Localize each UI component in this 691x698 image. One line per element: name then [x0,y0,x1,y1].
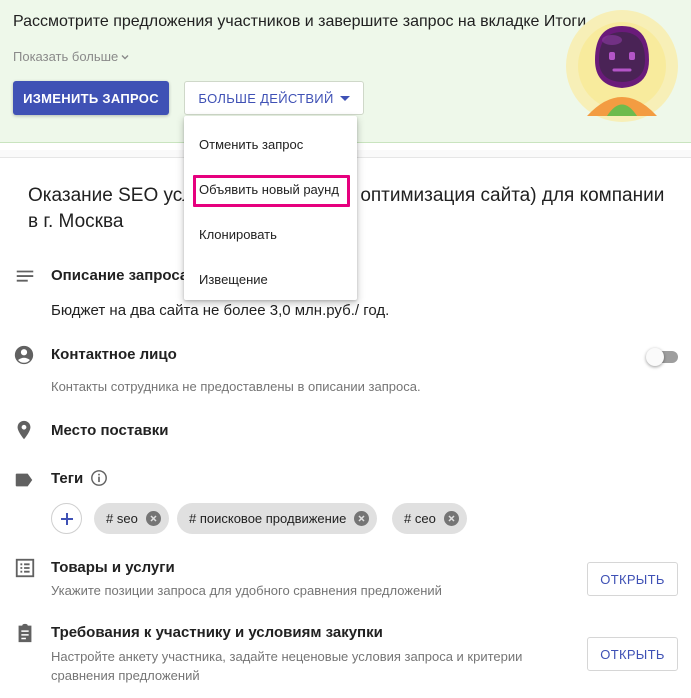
menu-item-notice[interactable]: Извещение [199,272,268,287]
remove-tag-icon[interactable] [145,511,161,526]
menu-item-cancel-request[interactable]: Отменить запрос [199,137,303,152]
more-actions-menu: Отменить запрос Объявить новый раунд Кло… [184,116,357,300]
robot-mascot-icon [566,10,678,122]
tag-chip: # сео [392,503,467,534]
description-title: Описание запроса [51,267,189,284]
clipboard-icon [18,623,32,643]
menu-item-clone[interactable]: Клонировать [199,227,277,242]
more-actions-label: БОЛЬШЕ ДЕЙСТВИЙ [198,90,334,106]
label-tag-icon [15,473,33,487]
list-alt-icon [15,558,35,578]
goods-title: Товары и услуги [51,559,175,576]
contact-subtitle: Контакты сотрудника не предоставлены в о… [51,379,421,394]
banner-message: Рассмотрите предложения участников и зав… [13,13,591,30]
requirements-open-button[interactable]: ОТКРЫТЬ [587,637,678,671]
remove-tag-icon[interactable] [443,511,459,526]
toggle-thumb [646,348,664,366]
requirements-title: Требования к участнику и условиям закупк… [51,624,383,641]
chevron-down-icon [121,54,129,59]
requirements-subtitle: Настройте анкету участника, задайте неце… [51,649,523,683]
show-more-label: Показать больше [13,49,119,64]
tag-chip-label: # поисковое продвижение [189,511,347,526]
add-tag-button[interactable] [51,503,82,534]
delivery-title: Место поставки [51,422,169,439]
goods-subtitle: Укажите позиции запроса для удобного сра… [51,583,442,598]
info-icon[interactable] [90,469,108,487]
show-more-link[interactable]: Показать больше [13,49,130,64]
contact-toggle[interactable] [646,348,678,366]
subject-lines-icon [16,270,34,282]
edit-request-button[interactable]: ИЗМЕНИТЬ ЗАПРОС [13,81,169,115]
account-circle-icon [14,345,34,365]
description-body: Бюджет на два сайта не более 3,0 млн.руб… [51,302,390,319]
caret-down-icon [339,95,350,101]
tag-chip-label: # сео [404,511,436,526]
tag-chip-label: # seo [106,511,138,526]
contact-title: Контактное лицо [51,346,177,363]
goods-open-button[interactable]: ОТКРЫТЬ [587,562,678,596]
tag-chip: # поисковое продвижение [177,503,378,534]
tags-title: Теги [51,470,84,487]
more-actions-button[interactable]: БОЛЬШЕ ДЕЙСТВИЙ [184,81,364,115]
remove-tag-icon[interactable] [354,511,370,526]
plus-icon [60,512,73,525]
tag-chip: # seo [94,503,169,534]
location-pin-icon [17,420,31,440]
highlight-box [193,175,350,207]
